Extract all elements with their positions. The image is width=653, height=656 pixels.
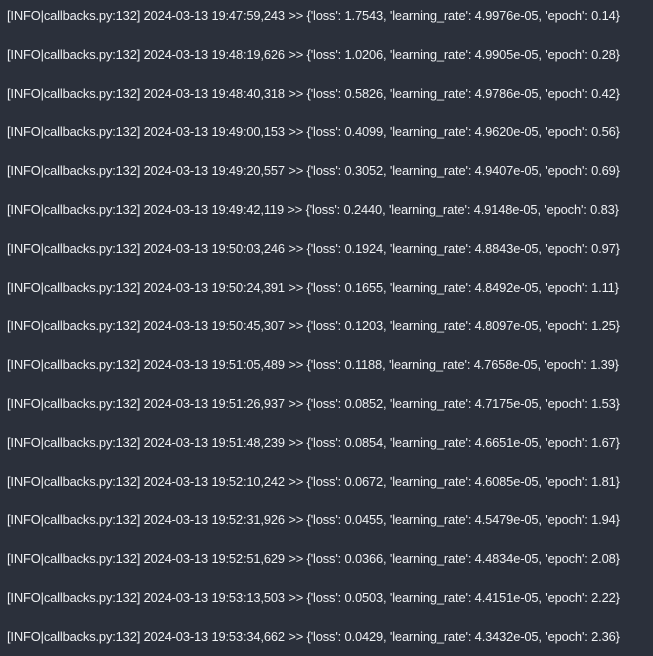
log-line: [INFO|callbacks.py:132] 2024-03-13 19:48… — [7, 46, 620, 62]
log-line: [INFO|callbacks.py:132] 2024-03-13 19:50… — [7, 279, 619, 295]
log-line: [INFO|callbacks.py:132] 2024-03-13 19:49… — [7, 201, 619, 217]
log-line: [INFO|callbacks.py:132] 2024-03-13 19:52… — [7, 473, 620, 489]
log-line: [INFO|callbacks.py:132] 2024-03-13 19:53… — [7, 589, 620, 605]
log-line: [INFO|callbacks.py:132] 2024-03-13 19:49… — [7, 163, 620, 179]
log-line: [INFO|callbacks.py:132] 2024-03-13 19:53… — [7, 628, 620, 644]
log-line: [INFO|callbacks.py:132] 2024-03-13 19:47… — [7, 8, 620, 23]
training-log-panel: [INFO|callbacks.py:132] 2024-03-13 19:47… — [0, 0, 653, 656]
log-line: [INFO|callbacks.py:132] 2024-03-13 19:48… — [7, 85, 620, 101]
log-line: [INFO|callbacks.py:132] 2024-03-13 19:51… — [7, 434, 620, 450]
log-line: [INFO|callbacks.py:132] 2024-03-13 19:50… — [7, 318, 620, 334]
log-line: [INFO|callbacks.py:132] 2024-03-13 19:51… — [7, 357, 619, 373]
log-line: [INFO|callbacks.py:132] 2024-03-13 19:50… — [7, 240, 620, 256]
log-line: [INFO|callbacks.py:132] 2024-03-13 19:52… — [7, 551, 620, 567]
log-line: [INFO|callbacks.py:132] 2024-03-13 19:52… — [7, 512, 620, 528]
log-line: [INFO|callbacks.py:132] 2024-03-13 19:51… — [7, 395, 620, 411]
log-line: [INFO|callbacks.py:132] 2024-03-13 19:49… — [7, 124, 620, 140]
